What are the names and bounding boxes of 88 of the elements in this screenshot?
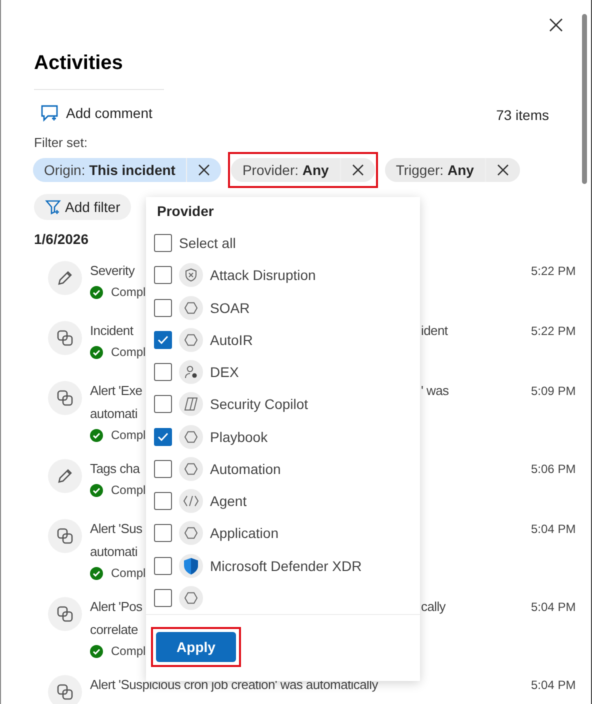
option-label: AutoIR [210, 332, 253, 348]
checkbox[interactable] [154, 298, 172, 317]
activity-time: 5:22 PM [531, 263, 577, 280]
scrollbar[interactable] [582, 14, 587, 184]
pencil-icon [48, 261, 82, 295]
status-text: Compl [111, 345, 146, 359]
pencil-icon [48, 459, 82, 493]
activity-time: 5:04 PM [531, 677, 577, 694]
remove-filter-button[interactable] [187, 158, 222, 182]
activity-text: Alert 'Suspicious cron job creation' was automatically [90, 676, 378, 694]
activity-text: cally [421, 598, 446, 616]
remove-filter-button[interactable] [340, 158, 375, 182]
activity-text: Alert 'Pos [90, 598, 142, 616]
close-icon [496, 164, 509, 176]
activity-time: 5:04 PM [531, 599, 577, 616]
person-icon [179, 360, 203, 384]
option-label: DEX [210, 364, 239, 380]
checkbox[interactable] [154, 460, 172, 478]
item-count: 73 items [496, 107, 549, 123]
activity-text: Incident [90, 322, 134, 340]
status-text: Compl [111, 566, 146, 580]
close-icon [549, 18, 563, 32]
checkbox[interactable] [154, 395, 172, 414]
option-label: Security Copilot [210, 396, 308, 412]
success-icon [90, 644, 103, 658]
add-comment-button[interactable]: Add comment [34, 104, 152, 122]
date-heading: 1/6/2026 [34, 231, 88, 247]
close-button[interactable] [549, 18, 563, 32]
checkbox[interactable] [154, 363, 172, 382]
checkbox[interactable] [154, 556, 172, 575]
close-icon [198, 164, 210, 176]
option-label: Playbook [210, 428, 268, 445]
apply-button[interactable]: Apply [156, 632, 236, 662]
activity-text: Alert 'Sus [90, 520, 142, 538]
menu-title: Provider [156, 203, 215, 221]
activity-text: automati [90, 543, 138, 561]
copy-icon [48, 381, 82, 415]
shield-icon [179, 263, 203, 288]
activity-time: 5:04 PM [531, 521, 577, 538]
option-label: Attack Disruption [210, 267, 316, 284]
activity-text: automati [90, 405, 138, 423]
filter-set-label: Filter set: [34, 135, 88, 150]
activity-text: correlate [90, 621, 138, 639]
success-icon [90, 484, 103, 496]
success-icon [90, 566, 103, 580]
add-filter-button[interactable]: Add filter [34, 194, 132, 220]
success-icon [90, 428, 103, 442]
activity-text: Tags cha [90, 460, 140, 478]
copy-icon [48, 597, 82, 631]
status-text: Compl [111, 644, 146, 658]
copy-icon [48, 519, 82, 553]
checkbox[interactable] [154, 492, 172, 510]
close-icon [352, 164, 364, 176]
status-text: Compl [111, 483, 146, 497]
status-text: Compl [111, 428, 146, 442]
checkbox[interactable] [154, 330, 172, 349]
shield-icon [179, 554, 203, 578]
filter-chip[interactable]: Origin: This incident [33, 158, 186, 182]
activity-text: Alert 'Exe [90, 382, 142, 400]
checkbox[interactable] [154, 524, 172, 542]
activity-text: ident [421, 322, 448, 340]
remove-filter-button[interactable] [486, 158, 520, 182]
activity-time: 5:09 PM [531, 383, 577, 400]
filter-chip[interactable]: Provider: Any [231, 158, 340, 182]
comment-icon [40, 104, 60, 122]
copy-icon [48, 675, 82, 704]
panel-title: Activities [34, 52, 124, 75]
filter-chip[interactable]: Trigger: Any [384, 158, 485, 182]
success-icon [90, 286, 103, 298]
activity-text: Severity [90, 262, 135, 280]
option-label: Application [210, 525, 278, 542]
checkbox[interactable] [154, 266, 172, 284]
option-label: Select all [179, 235, 236, 252]
checkbox[interactable] [154, 234, 172, 252]
activity-time: 5:22 PM [531, 323, 577, 340]
option-label: SOAR [210, 300, 250, 316]
success-icon [90, 346, 103, 358]
copy-icon [48, 321, 82, 355]
activity-text: ' was [421, 382, 449, 400]
filter-icon [45, 199, 61, 215]
option-label: Agent [210, 493, 247, 510]
option-label: Automation [210, 460, 281, 477]
checkbox[interactable] [154, 588, 172, 607]
activity-time: 5:06 PM [531, 461, 577, 478]
status-text: Compl [111, 285, 146, 299]
option-label: Microsoft Defender XDR [210, 558, 362, 574]
checkbox[interactable] [154, 428, 172, 446]
code-icon [179, 489, 203, 514]
